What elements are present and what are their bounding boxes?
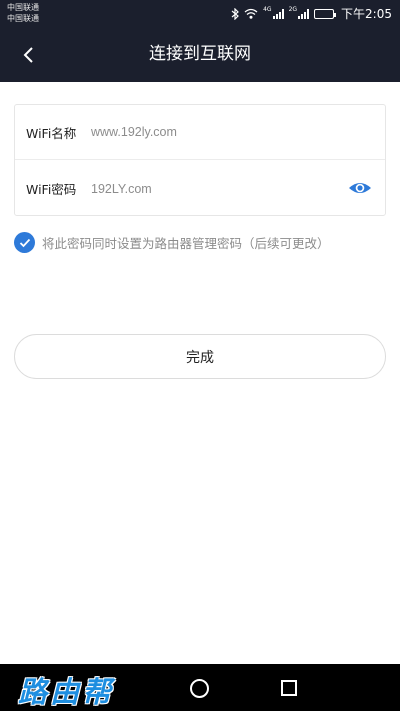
ssid-label: WiFi名称 [26, 125, 77, 141]
bluetooth-icon [231, 0, 239, 27]
title-bar: 连接到互联网 [0, 27, 400, 82]
carrier-label-1: 中国联通 [7, 3, 39, 12]
chevron-left-icon [23, 47, 33, 63]
circle-home-icon[interactable] [190, 679, 209, 698]
navigation-bar: 路由帮 [0, 664, 400, 711]
signal-icon: 2G [288, 0, 310, 27]
clock: 下午2:05 [341, 7, 392, 21]
wifi-icon [244, 0, 258, 27]
done-button[interactable]: 完成 [14, 334, 386, 379]
password-row: WiFi密码 [15, 161, 385, 216]
wifi-form-card: WiFi名称 WiFi密码 [14, 104, 386, 216]
check-icon [19, 238, 30, 247]
network-type-tag-1: 4G [263, 6, 272, 13]
carrier-label-2: 中国联通 [7, 14, 39, 23]
password-label: WiFi密码 [26, 182, 77, 197]
signal-icon: 4G [263, 0, 284, 27]
sync-password-checkbox[interactable] [14, 232, 35, 253]
network-type-tag-2: 2G [288, 6, 298, 13]
ssid-input[interactable] [90, 125, 385, 139]
watermark-logo: 路由帮 [18, 675, 115, 709]
ssid-row: WiFi名称 [15, 105, 385, 160]
square-recent-icon[interactable] [281, 680, 297, 696]
status-bar: 中国联通 中国联通 4G 2G 下午2:05 [0, 0, 400, 27]
status-icons: 4G 2G 下午2:05 [231, 0, 392, 27]
battery-icon [314, 0, 337, 27]
eye-icon[interactable] [347, 178, 373, 198]
back-button[interactable] [14, 41, 42, 69]
sync-password-label: 将此密码同时设置为路由器管理密码（后续可更改） [42, 236, 330, 251]
page-title: 连接到互联网 [149, 44, 251, 64]
password-input[interactable] [90, 181, 385, 196]
sync-admin-password-option: 将此密码同时设置为路由器管理密码（后续可更改） [14, 232, 330, 253]
